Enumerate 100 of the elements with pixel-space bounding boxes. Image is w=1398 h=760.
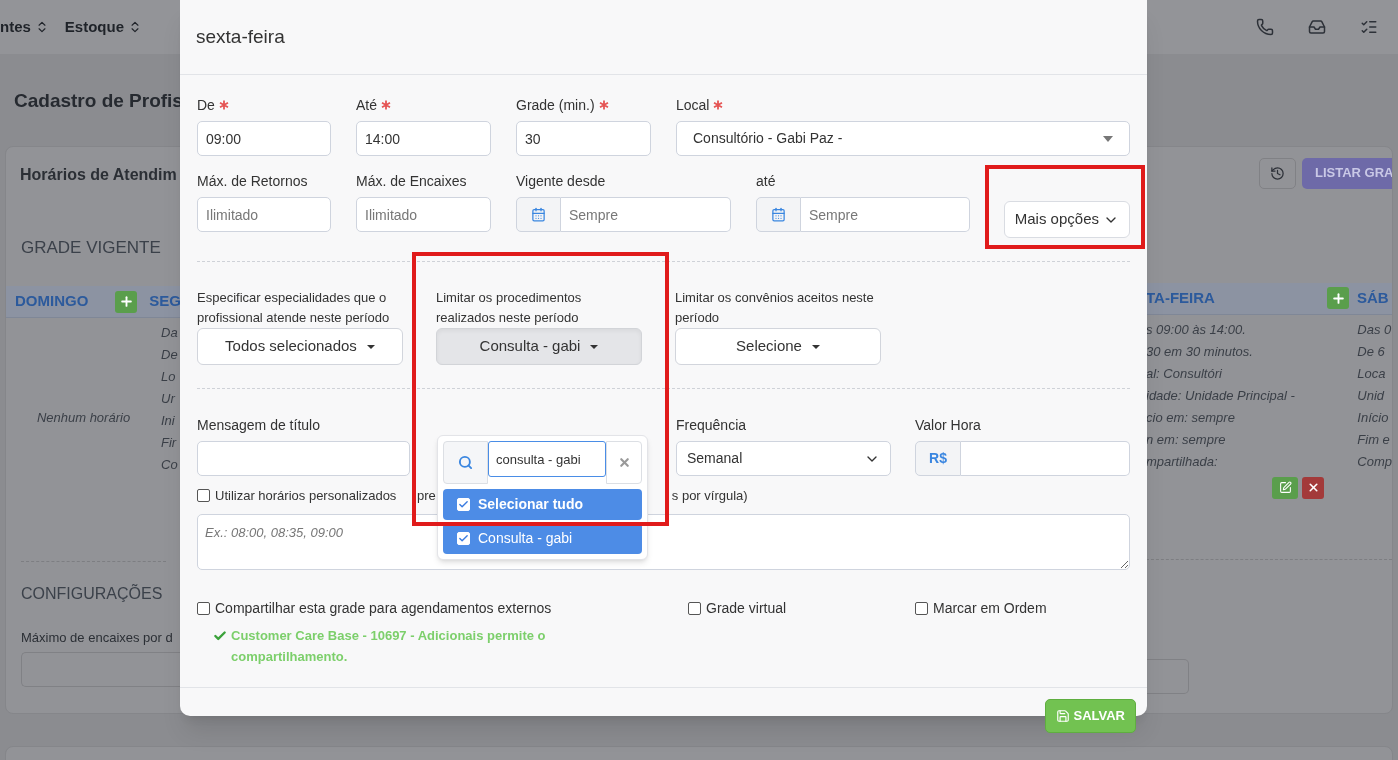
checklist-icon[interactable] <box>1360 18 1378 36</box>
checkbox[interactable] <box>197 601 210 615</box>
history-icon <box>1270 165 1285 181</box>
check-icon <box>213 628 227 643</box>
date-field[interactable]: Sempre <box>561 197 731 232</box>
text-field[interactable] <box>961 441 1130 476</box>
field-label: Grade (min.) <box>516 95 595 115</box>
select-field[interactable]: Semanal <box>676 441 891 476</box>
schedule-line: De <box>161 346 178 364</box>
schedule-line: Unid <box>1357 386 1386 405</box>
search-icon <box>443 441 488 484</box>
plus-icon <box>1330 290 1346 306</box>
select-field[interactable]: Consultório - Gabi Paz - <box>676 121 1130 156</box>
field-label: Máximo de encaixes por d <box>20 629 174 647</box>
schedule-line: Lo <box>161 368 177 386</box>
clear-button[interactable] <box>606 441 642 484</box>
checkbox-label: Marcar em Ordem <box>933 598 1047 618</box>
card-title: Horários de Atendim <box>19 164 178 185</box>
share-note: Customer Care Base - 10697 - Adicionais permite o compartilhamento. <box>231 626 547 666</box>
modal-title: sexta-feira <box>196 24 285 49</box>
schedule-line: idade: Unidade Principal - <box>1146 386 1296 405</box>
checkbox[interactable] <box>915 601 928 615</box>
field-label: Local <box>676 95 710 115</box>
day-name: DOMINGO <box>15 291 89 312</box>
schedule-line: Da <box>161 324 178 342</box>
section-title: GRADE VIGENTE <box>20 236 162 259</box>
text-field[interactable]: 09:00 <box>197 121 331 156</box>
field-label: até <box>756 171 776 191</box>
checkbox-label: Compartilhar esta grade para agendamentos externos <box>215 598 552 618</box>
page-title: Cadastro de Profis <box>14 90 183 111</box>
delete-button[interactable] <box>1302 476 1325 499</box>
field-label: Até <box>356 95 377 115</box>
close-icon <box>1306 481 1320 494</box>
edit-button[interactable] <box>1272 476 1299 499</box>
schedule-line: cio em: sempre <box>1146 408 1236 427</box>
calendar-icon <box>756 197 801 232</box>
day-name: TA-FEIRA <box>1146 287 1215 308</box>
schedule-line: Das 0 <box>1357 320 1392 339</box>
empty-text: Nenhum horário <box>36 409 131 428</box>
schedule-line: mpartilhada: <box>1146 452 1219 471</box>
multiselect-button[interactable]: Todos selecionados <box>197 328 403 365</box>
caret-icon <box>811 344 820 349</box>
field-label: Valor Hora <box>915 415 981 435</box>
check-icon <box>458 499 469 510</box>
field-label: Máx. de Retornos <box>197 171 308 191</box>
inbox-icon[interactable] <box>1308 18 1326 36</box>
date-field[interactable]: Sempre <box>801 197 970 232</box>
field-label: Mensagem de título <box>197 415 320 435</box>
schedule-line: Fir <box>161 434 178 452</box>
field-label: Vigente desde <box>516 171 606 191</box>
text-field[interactable]: 14:00 <box>356 121 491 156</box>
day-name: SEG <box>149 291 181 312</box>
number-field[interactable] <box>21 651 181 687</box>
schedule-line: al: Consultóri <box>1146 364 1223 383</box>
schedule-line: Fim e <box>1357 430 1391 449</box>
more-options-button[interactable]: Mais opções <box>1003 201 1130 238</box>
schedule-line: Co <box>161 456 178 474</box>
multiselect-button[interactable]: Consulta - gabi <box>436 328 642 365</box>
check-icon <box>458 533 469 544</box>
day-name: SÁB <box>1357 287 1390 308</box>
multiselect-button[interactable]: Selecione <box>675 328 881 365</box>
schedule-line: Início <box>1357 408 1390 427</box>
caret-icon <box>590 344 599 349</box>
checkbox-label: pre <box>417 487 436 505</box>
add-button[interactable] <box>115 290 138 313</box>
field-label: Máx. de Encaixes <box>356 171 467 191</box>
checkbox-label: s por vírgula) <box>671 487 748 505</box>
checkbox[interactable] <box>197 489 210 503</box>
schedule-line: Ur <box>161 390 177 408</box>
schedule-line: Ini <box>161 412 176 430</box>
field-label: Limitar os procedimentos realizados neste período <box>436 289 583 327</box>
history-button[interactable] <box>1259 157 1296 189</box>
field-label: De <box>197 95 215 115</box>
close-icon <box>617 456 631 469</box>
nav-item[interactable]: ntes <box>0 15 31 39</box>
currency-prefix: R$ <box>915 441 961 476</box>
add-button[interactable] <box>1327 287 1349 309</box>
schedule-line: Loca <box>1357 364 1387 383</box>
caret-icon <box>1103 135 1113 142</box>
edit-icon <box>1278 481 1292 494</box>
text-field[interactable]: 30 <box>516 121 651 156</box>
text-field[interactable]: Ilimitado <box>197 197 331 232</box>
plus-icon <box>118 294 134 309</box>
caret-icon <box>366 344 375 349</box>
field-label: Especificar especialidades que o profissional atende neste período <box>197 289 391 327</box>
schedule-line: Comp <box>1357 452 1392 471</box>
search-field[interactable]: consulta - gabi <box>488 441 606 477</box>
section-title: CONFIGURAÇÕES <box>21 585 163 602</box>
checkbox[interactable] <box>688 601 701 615</box>
save-icon <box>1056 708 1071 723</box>
checkbox-label: Grade virtual <box>706 598 787 618</box>
nav-item[interactable]: Estoque <box>64 15 125 39</box>
phone-icon[interactable] <box>1256 18 1274 36</box>
field-label: Frequência <box>676 415 747 435</box>
calendar-icon <box>516 197 561 232</box>
schedule-line: 30 em 30 minutos. <box>1146 342 1254 361</box>
text-field[interactable] <box>197 441 410 476</box>
field-label: Limitar os convênios aceitos neste período <box>675 289 875 327</box>
schedule-line: De 6 <box>1357 342 1386 361</box>
text-field[interactable]: Ilimitado <box>356 197 491 232</box>
